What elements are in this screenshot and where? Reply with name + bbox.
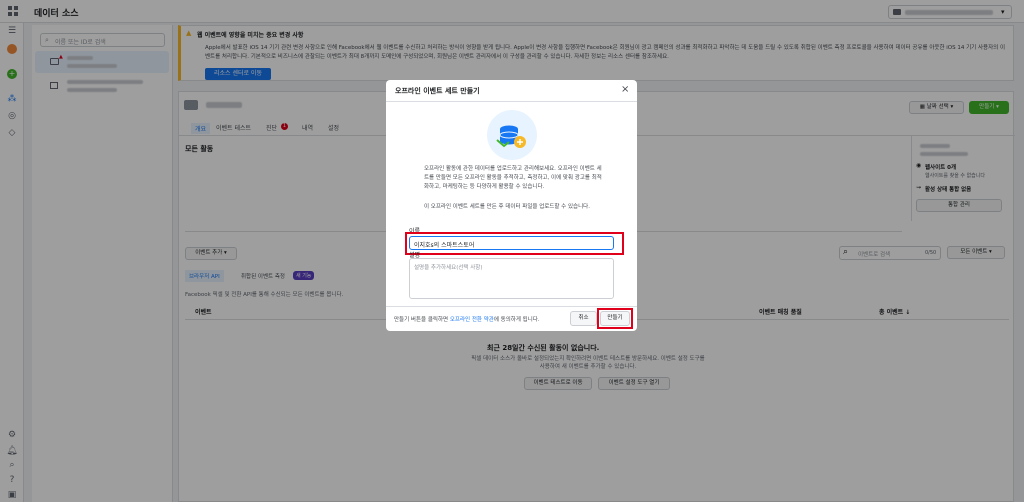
terms-suffix: 에 동의하게 됩니다. — [493, 317, 540, 323]
dialog-description: 오프라인 활동에 관한 데이터를 업로드하고 관리해보세요. 오프라인 이벤트 … — [424, 166, 602, 190]
description-field[interactable]: 설명을 추가하세요(선택 사항) — [409, 258, 614, 299]
dialog-header-divider — [386, 101, 637, 102]
terms-prefix: 만들기 버튼을 클릭하면 — [394, 317, 450, 323]
dialog-description-upload: 이 오프라인 이벤트 세트를 만든 후 데이터 파일을 업로드할 수 있습니다. — [424, 204, 590, 210]
cancel-button[interactable]: 취소 — [570, 311, 597, 326]
terms-notice: 만들기 버튼을 클릭하면 오프라인 전환 약관에 동의하게 됩니다. — [394, 315, 540, 323]
offline-events-illustration-icon — [487, 110, 537, 160]
name-field-highlight — [405, 232, 624, 255]
offline-conversion-terms-link[interactable]: 오프라인 전환 약관 — [450, 317, 494, 323]
dialog-title: 오프라인 이벤트 세트 만들기 — [395, 87, 480, 95]
close-icon[interactable]: × — [621, 84, 629, 95]
create-offline-event-set-dialog: 오프라인 이벤트 세트 만들기 × 오프라인 활동에 관한 데이터를 업로드하고… — [386, 80, 637, 331]
create-button-highlight — [597, 308, 633, 329]
dialog-footer-divider — [386, 306, 637, 307]
